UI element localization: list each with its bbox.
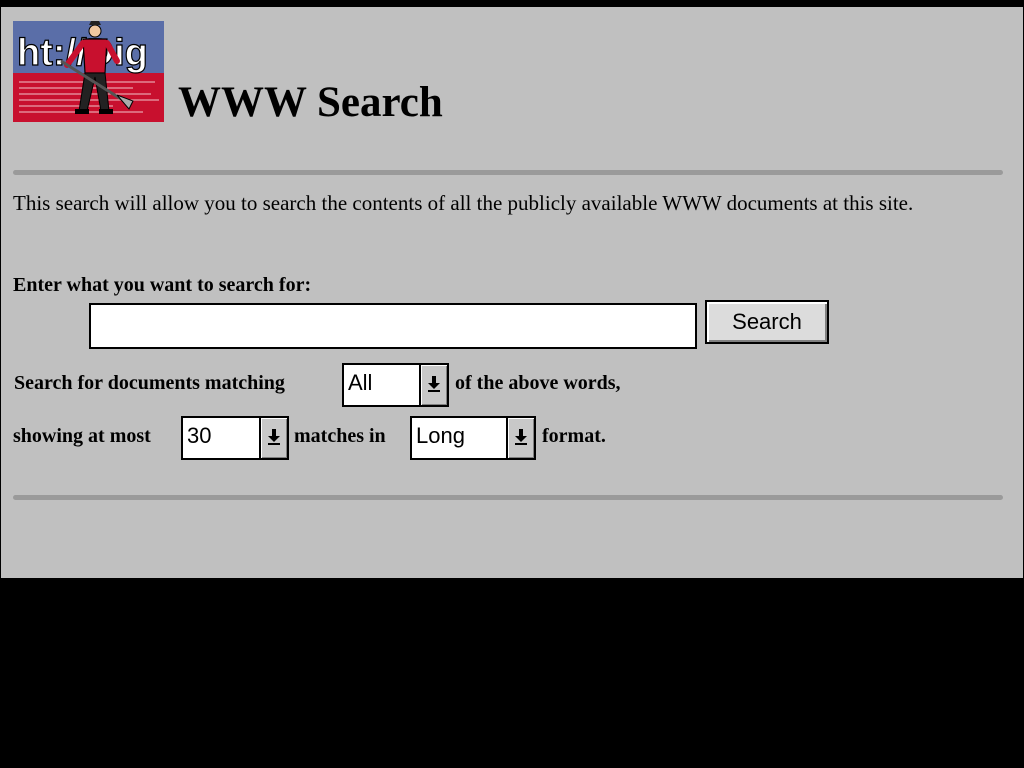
htdig-logo: ht://Dig	[13, 21, 164, 122]
browser-page: ht://Dig WWW Search This search will all…	[1, 7, 1023, 578]
format-suffix-label: format.	[542, 425, 606, 447]
search-input[interactable]	[89, 303, 697, 349]
count-select-value: 30	[187, 423, 212, 448]
format-select[interactable]: Long	[410, 416, 536, 460]
intro-text: This search will allow you to search the…	[13, 191, 914, 215]
dropdown-arrow-icon[interactable]	[419, 365, 447, 405]
match-prefix-label: Search for documents matching	[14, 372, 285, 394]
format-select-value: Long	[416, 423, 465, 448]
count-select[interactable]: 30	[181, 416, 289, 460]
showing-prefix-label: showing at most	[13, 425, 151, 447]
matches-in-label: matches in	[294, 425, 386, 447]
top-divider	[13, 170, 1003, 175]
search-button[interactable]: Search	[705, 300, 829, 344]
logo-wordmark: ht://Dig	[17, 32, 148, 74]
match-select[interactable]: All	[342, 363, 449, 407]
search-prompt-label: Enter what you want to search for:	[13, 274, 312, 296]
page-title: WWW Search	[178, 79, 443, 126]
match-suffix-label: of the above words,	[455, 372, 621, 394]
bottom-divider	[13, 495, 1003, 500]
match-select-value: All	[348, 370, 373, 395]
dropdown-arrow-icon[interactable]	[259, 418, 287, 458]
dropdown-arrow-icon[interactable]	[506, 418, 534, 458]
